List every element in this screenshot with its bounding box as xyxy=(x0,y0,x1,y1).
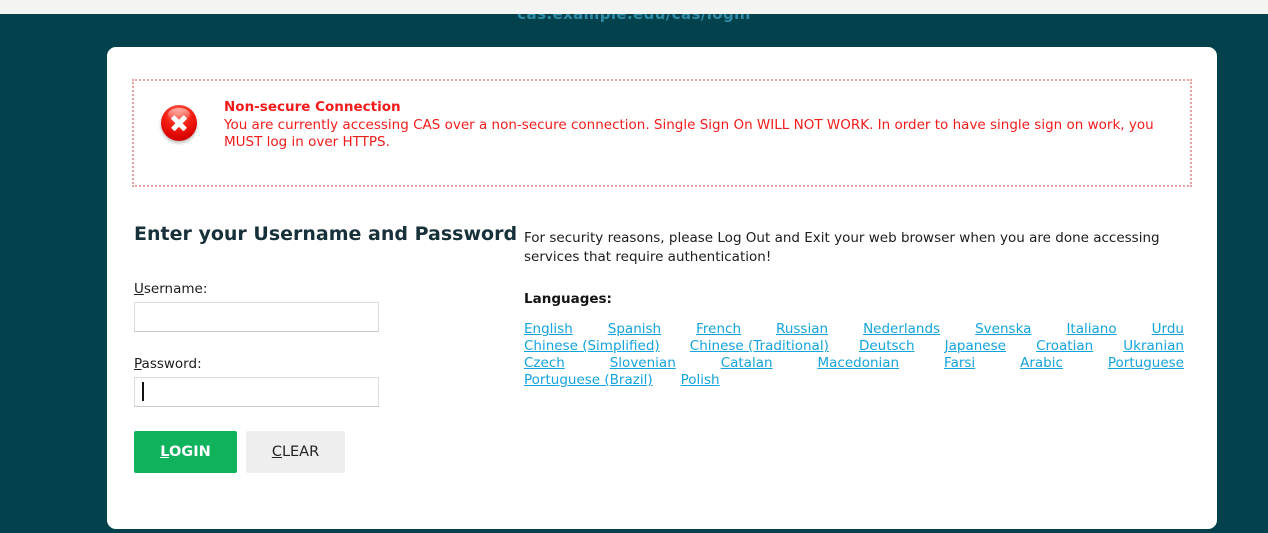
text-caret xyxy=(142,382,144,401)
password-input[interactable] xyxy=(134,377,379,407)
login-button-label-rest: OGIN xyxy=(168,444,211,460)
languages-heading: Languages: xyxy=(524,291,612,307)
language-link[interactable]: French xyxy=(696,321,741,338)
icon-gloss xyxy=(167,107,191,121)
alert-icon-container xyxy=(134,81,224,141)
language-link[interactable]: Farsi xyxy=(944,355,975,372)
password-label: Password: xyxy=(134,356,554,372)
username-input[interactable] xyxy=(134,302,379,332)
page-banner: cas.example.edu/cas/login Non-secure Con… xyxy=(0,14,1268,533)
language-link[interactable]: Croatian xyxy=(1036,338,1093,355)
alert-body: You are currently accessing CAS over a n… xyxy=(224,117,1154,150)
language-row: Chinese (Simplified) Chinese (Traditional… xyxy=(524,338,1184,355)
language-row: Portuguese (Brazil) Polish xyxy=(524,372,1184,389)
page-root: cas.example.edu/cas/login Non-secure Con… xyxy=(0,0,1268,533)
language-link[interactable]: Catalan xyxy=(721,355,773,372)
security-notice: For security reasons, please Log Out and… xyxy=(524,230,1160,265)
login-form-column: Enter your Username and Password Usernam… xyxy=(134,223,554,473)
language-link[interactable]: Ukranian xyxy=(1123,338,1184,355)
clear-button[interactable]: CLEAR xyxy=(246,431,345,473)
login-accesskey-letter: L xyxy=(160,444,169,460)
login-button[interactable]: LOGIN xyxy=(134,431,237,473)
form-buttons: LOGIN CLEAR xyxy=(134,431,554,473)
language-link[interactable]: Macedonian xyxy=(817,355,899,372)
login-heading: Enter your Username and Password xyxy=(134,223,518,245)
language-link[interactable]: English xyxy=(524,321,573,338)
language-link[interactable]: Deutsch xyxy=(859,338,915,355)
language-links-list: English Spanish French Russian Nederlands Sve… xyxy=(524,321,1184,389)
alert-text-block: Non-secure Connection You are currently … xyxy=(224,81,1190,151)
clipped-page-header: cas.example.edu/cas/login xyxy=(517,14,751,23)
language-link[interactable]: Arabic xyxy=(1020,355,1063,372)
password-accesskey-letter: P xyxy=(134,356,142,372)
clear-accesskey-letter: C xyxy=(271,444,282,460)
language-link[interactable]: Urdu xyxy=(1152,321,1184,338)
clear-button-label-rest: LEAR xyxy=(281,444,320,460)
info-column: For security reasons, please Log Out and… xyxy=(524,223,1184,389)
language-link[interactable]: Svenska xyxy=(975,321,1031,338)
login-card: Non-secure Connection You are currently … xyxy=(107,47,1217,529)
username-label: Username: xyxy=(134,281,554,297)
alert-title: Non-secure Connection xyxy=(224,99,401,115)
language-row: Czech Slovenian Catalan Macedonian Farsi Arab… xyxy=(524,355,1184,372)
language-link[interactable]: Chinese (Traditional) xyxy=(690,338,829,355)
language-link[interactable]: Nederlands xyxy=(863,321,940,338)
language-link[interactable]: Chinese (Simplified) xyxy=(524,338,660,355)
language-link[interactable]: Japanese xyxy=(945,338,1006,355)
error-circle-x-icon xyxy=(161,105,197,141)
non-secure-connection-alert: Non-secure Connection You are currently … xyxy=(132,79,1192,187)
language-link[interactable]: Portuguese xyxy=(1108,355,1184,372)
language-link[interactable]: Portuguese (Brazil) xyxy=(524,372,653,389)
language-link[interactable]: Italiano xyxy=(1066,321,1116,338)
password-label-rest: assword: xyxy=(141,356,202,372)
language-link[interactable]: Slovenian xyxy=(610,355,676,372)
language-link[interactable]: Spanish xyxy=(608,321,661,338)
username-accesskey-letter: U xyxy=(134,281,144,297)
language-row: English Spanish French Russian Nederlands Sve… xyxy=(524,321,1184,338)
language-link[interactable]: Czech xyxy=(524,355,565,372)
password-field-wrapper xyxy=(134,377,379,407)
language-link[interactable]: Russian xyxy=(776,321,828,338)
language-link[interactable]: Polish xyxy=(681,372,720,389)
username-label-rest: sername: xyxy=(143,281,208,297)
